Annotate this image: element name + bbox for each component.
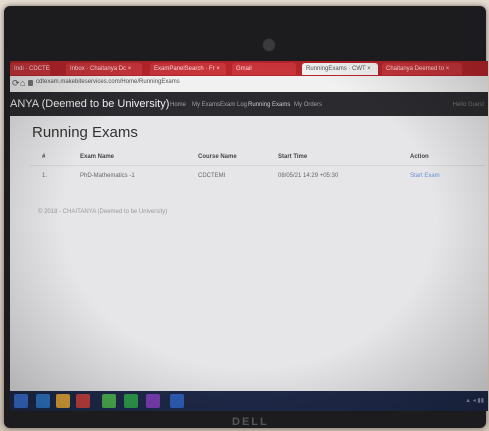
col-header-number: # — [42, 154, 46, 160]
chrome-icon[interactable] — [102, 394, 116, 408]
address-bar: ⟳ ⌂ cdtexam.makebiteservices.com/Home/Ru… — [10, 76, 488, 93]
windows-taskbar: ▲ ◂ ▮▮ — [10, 391, 488, 411]
col-header-exam-name: Exam Name — [80, 154, 115, 160]
col-header-start-time: Start Time — [278, 154, 308, 160]
table-row: 1. PhD-Mathematics -1 CDCTEMI 08/05/21 1… — [30, 165, 485, 186]
media-icon[interactable] — [76, 394, 90, 408]
site-title[interactable]: ANYA (Deemed to be University) — [10, 98, 169, 110]
page-title: Running Exams — [32, 124, 138, 141]
laptop-screen: Indi · CDCTEAM Ch × Inbox · Chaitanya Dc… — [10, 61, 488, 411]
col-header-course-name: Course Name — [198, 154, 237, 160]
ie-icon[interactable] — [36, 394, 50, 408]
lock-icon — [28, 80, 33, 86]
nav-home[interactable]: Home — [170, 102, 186, 108]
system-tray[interactable]: ▲ ◂ ▮▮ — [465, 397, 484, 404]
start-icon[interactable] — [14, 394, 28, 408]
table-header-row: # Exam Name Course Name Start Time Actio… — [30, 149, 485, 166]
browser-tab-bar: Indi · CDCTEAM Ch × Inbox · Chaitanya Dc… — [10, 61, 488, 76]
url-field[interactable]: cdtexam.makebiteservices.com/Home/Runnin… — [36, 79, 180, 85]
browser-tab[interactable]: Chaitanya Deemed to × — [382, 63, 462, 75]
user-greeting[interactable]: Hello Guest — [453, 102, 484, 108]
reload-icon[interactable]: ⟳ — [12, 78, 20, 89]
running-exams-table: # Exam Name Course Name Start Time Actio… — [30, 149, 485, 186]
nav-running-exams[interactable]: Running Exams — [248, 102, 290, 108]
browser-tab[interactable]: Inbox · Chaitanya Dc × — [66, 63, 142, 75]
site-navbar: ANYA (Deemed to be University) Home My E… — [10, 92, 488, 116]
cell-course-name: CDCTEMI — [198, 165, 278, 186]
laptop-brand-logo: DELL — [232, 416, 269, 428]
nav-my-exams[interactable]: My Exams — [192, 102, 220, 108]
folder-icon[interactable] — [56, 394, 70, 408]
browser-tab[interactable]: Indi · CDCTEAM Ch × — [10, 63, 50, 75]
col-header-action: Action — [410, 154, 429, 160]
cell-start-time: 08/05/21 14:29 +05:30 — [278, 165, 410, 186]
browser-tab[interactable]: ExamPanelSearch · Fr × — [150, 63, 226, 75]
excel-icon[interactable] — [124, 394, 138, 408]
cell-exam-name: PhD-Mathematics -1 — [80, 165, 198, 186]
browser-tab[interactable]: Gmail — [232, 63, 296, 75]
webcam-icon — [262, 38, 276, 52]
nav-exam-log[interactable]: Exam Log — [220, 102, 247, 108]
nav-my-orders[interactable]: My Orders — [294, 102, 322, 108]
word-icon[interactable] — [170, 394, 184, 408]
cell-number: 1. — [30, 165, 80, 186]
home-icon[interactable]: ⌂ — [20, 78, 25, 88]
page-footer: © 2018 - CHAITANYA (Deemed to be Univers… — [38, 209, 168, 215]
app-icon[interactable] — [146, 394, 160, 408]
laptop-bezel: Indi · CDCTEAM Ch × Inbox · Chaitanya Dc… — [4, 6, 488, 428]
start-exam-link[interactable]: Start Exam — [410, 173, 440, 179]
browser-tab-active[interactable]: RunningExams · CWT × — [302, 63, 378, 75]
